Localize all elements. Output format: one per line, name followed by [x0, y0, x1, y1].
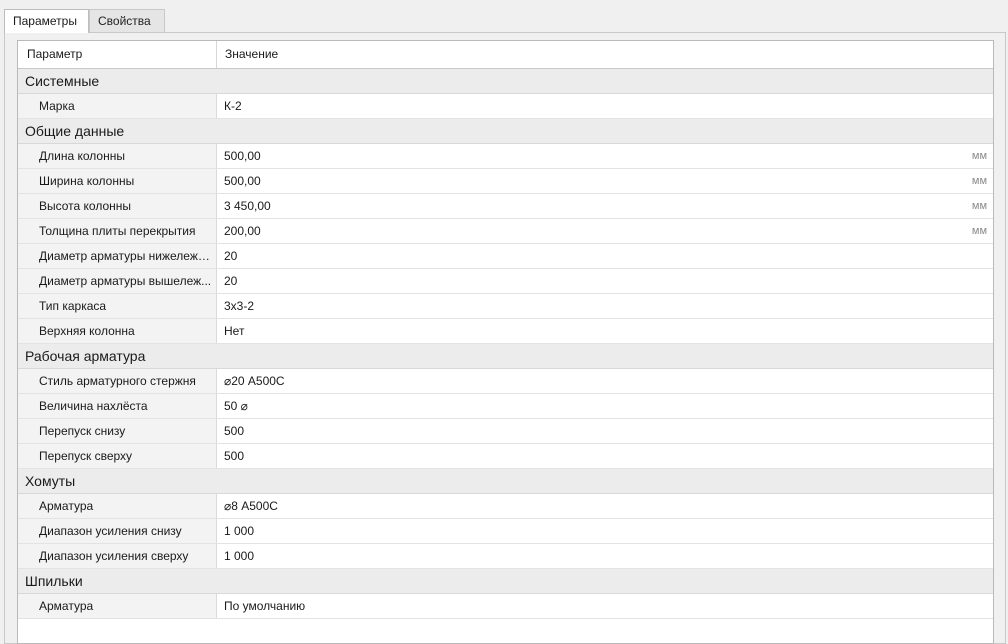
grid-body: Системные Марка К-2 Общие данные Длина колон… — [18, 69, 993, 619]
property-name: Диаметр арматуры вышележ... — [18, 269, 217, 293]
column-header-value[interactable]: Значение — [217, 41, 993, 68]
property-name: Тип каркаса — [18, 294, 217, 318]
property-name: Арматура — [18, 494, 217, 518]
property-name: Диаметр арматуры нижележе... — [18, 244, 217, 268]
property-row[interactable]: Арматура По умолчанию — [18, 594, 993, 619]
property-row[interactable]: Толщина плиты перекрытия 200,00 мм — [18, 219, 993, 244]
property-name: Длина колонны — [18, 144, 217, 168]
property-row[interactable]: Ширина колонны 500,00 мм — [18, 169, 993, 194]
property-value-text: 1 000 — [224, 524, 255, 538]
category-header[interactable]: Хомуты — [18, 469, 993, 494]
property-value-text: 20 — [224, 274, 238, 288]
property-name: Перепуск сверху — [18, 444, 217, 468]
tab-panel: Параметр Значение Системные Марка К-2 Общие… — [4, 32, 1006, 644]
property-value[interactable]: ⌀8 А500С — [217, 494, 993, 518]
property-value-text: К-2 — [224, 99, 242, 113]
property-name: Толщина плиты перекрытия — [18, 219, 217, 243]
property-row[interactable]: Диаметр арматуры нижележе... 20 — [18, 244, 993, 269]
property-value-text: 500 — [224, 449, 245, 463]
property-value[interactable]: 1 000 — [217, 544, 993, 568]
property-value-text: 500,00 — [224, 174, 261, 188]
property-value[interactable]: 200,00 мм — [217, 219, 993, 243]
property-value[interactable]: Нет — [217, 319, 993, 343]
property-value-text: ⌀8 А500С — [224, 499, 278, 513]
property-name: Диапазон усиления снизу — [18, 519, 217, 543]
category-header[interactable]: Системные — [18, 69, 993, 94]
property-value-text: ⌀20 А500С — [224, 374, 285, 388]
property-value-text: 200,00 — [224, 224, 261, 238]
property-row[interactable]: Диаметр арматуры вышележ... 20 — [18, 269, 993, 294]
property-row[interactable]: Арматура ⌀8 А500С — [18, 494, 993, 519]
property-name: Арматура — [18, 594, 217, 618]
property-value-text: 500,00 — [224, 149, 261, 163]
property-row[interactable]: Диапазон усиления сверху 1 000 — [18, 544, 993, 569]
property-row[interactable]: Величина нахлёста 50 ⌀ — [18, 394, 993, 419]
property-value[interactable]: 500,00 мм — [217, 169, 993, 193]
property-unit: мм — [971, 175, 987, 187]
property-value-text: 50 ⌀ — [224, 399, 248, 413]
property-row[interactable]: Тип каркаса 3х3-2 — [18, 294, 993, 319]
grid-header: Параметр Значение — [18, 41, 993, 69]
property-grid: Параметр Значение Системные Марка К-2 Общие… — [17, 40, 994, 644]
property-row[interactable]: Марка К-2 — [18, 94, 993, 119]
property-value-text: 20 — [224, 249, 238, 263]
property-unit: мм — [971, 150, 987, 162]
property-value-text: 500 — [224, 424, 245, 438]
property-row[interactable]: Длина колонны 500,00 мм — [18, 144, 993, 169]
property-unit: мм — [971, 225, 987, 237]
property-value-text: 1 000 — [224, 549, 255, 563]
property-name: Высота колонны — [18, 194, 217, 218]
property-value-text: 3х3-2 — [224, 299, 255, 313]
property-name: Диапазон усиления сверху — [18, 544, 217, 568]
property-name: Величина нахлёста — [18, 394, 217, 418]
property-value[interactable]: 20 — [217, 244, 993, 268]
grid-empty-area — [18, 619, 993, 643]
property-value[interactable]: 50 ⌀ — [217, 394, 993, 418]
property-unit: мм — [971, 200, 987, 212]
property-value[interactable]: 500,00 мм — [217, 144, 993, 168]
property-row[interactable]: Верхняя колонна Нет — [18, 319, 993, 344]
property-row[interactable]: Перепуск сверху 500 — [18, 444, 993, 469]
tab-properties[interactable]: Свойства — [89, 9, 165, 32]
category-header[interactable]: Рабочая арматура — [18, 344, 993, 369]
property-name: Перепуск снизу — [18, 419, 217, 443]
property-value[interactable]: ⌀20 А500С — [217, 369, 993, 393]
property-name: Стиль арматурного стержня — [18, 369, 217, 393]
property-name: Марка — [18, 94, 217, 118]
property-value-text: 3 450,00 — [224, 199, 271, 213]
property-value-text: Нет — [224, 324, 245, 338]
property-value[interactable]: 500 — [217, 419, 993, 443]
property-name: Ширина колонны — [18, 169, 217, 193]
property-name: Верхняя колонна — [18, 319, 217, 343]
column-header-parameter[interactable]: Параметр — [18, 41, 217, 68]
property-value[interactable]: К-2 — [217, 94, 993, 118]
property-value[interactable]: 3 450,00 мм — [217, 194, 993, 218]
property-row[interactable]: Перепуск снизу 500 — [18, 419, 993, 444]
property-value[interactable]: 3х3-2 — [217, 294, 993, 318]
property-value[interactable]: 500 — [217, 444, 993, 468]
category-header[interactable]: Шпильки — [18, 569, 993, 594]
tab-parameters[interactable]: Параметры — [4, 9, 89, 33]
property-row[interactable]: Диапазон усиления снизу 1 000 — [18, 519, 993, 544]
property-value[interactable]: 1 000 — [217, 519, 993, 543]
property-value[interactable]: 20 — [217, 269, 993, 293]
category-header[interactable]: Общие данные — [18, 119, 993, 144]
property-row[interactable]: Стиль арматурного стержня ⌀20 А500С — [18, 369, 993, 394]
property-value-text: По умолчанию — [224, 599, 306, 613]
property-value[interactable]: По умолчанию — [217, 594, 993, 618]
property-row[interactable]: Высота колонны 3 450,00 мм — [18, 194, 993, 219]
